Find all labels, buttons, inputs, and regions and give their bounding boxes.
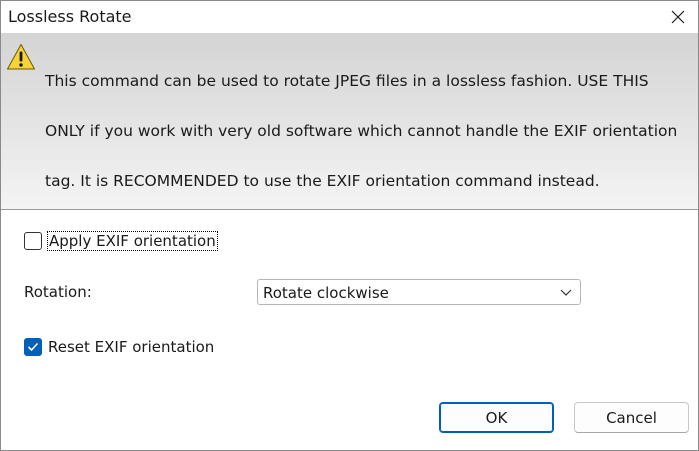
- rotation-label: Rotation:: [24, 283, 92, 301]
- reset-exif-orientation-label[interactable]: Reset EXIF orientation: [48, 338, 214, 356]
- rotation-selected-value: Rotate clockwise: [263, 284, 389, 302]
- ok-button[interactable]: OK: [439, 402, 554, 433]
- reset-exif-orientation-checkbox[interactable]: [24, 338, 42, 356]
- lossless-rotate-dialog: Lossless Rotate This command can be used…: [0, 0, 699, 451]
- warning-message-line: This command can be used to rotate JPEG …: [45, 72, 649, 90]
- apply-exif-orientation-option[interactable]: Apply EXIF orientation: [24, 231, 218, 251]
- title-bar: Lossless Rotate: [1, 1, 698, 33]
- checkmark-icon: [27, 342, 39, 352]
- rotation-dropdown[interactable]: Rotate clockwise: [257, 279, 581, 305]
- close-icon: [671, 10, 685, 24]
- reset-exif-orientation-option[interactable]: Reset EXIF orientation: [24, 338, 214, 356]
- close-button[interactable]: [658, 1, 698, 33]
- apply-exif-orientation-label[interactable]: Apply EXIF orientation: [47, 231, 218, 251]
- warning-icon: [7, 44, 35, 70]
- warning-message-line: tag. It is RECOMMENDED to use the EXIF o…: [45, 172, 600, 190]
- cancel-button[interactable]: Cancel: [574, 402, 689, 433]
- dialog-title: Lossless Rotate: [8, 7, 132, 26]
- warning-banner: This command can be used to rotate JPEG …: [1, 33, 698, 210]
- warning-message: This command can be used to rotate JPEG …: [45, 44, 695, 219]
- chevron-down-icon: [560, 289, 572, 296]
- apply-exif-orientation-checkbox[interactable]: [24, 232, 42, 250]
- warning-message-line: ONLY if you work with very old software …: [45, 122, 678, 140]
